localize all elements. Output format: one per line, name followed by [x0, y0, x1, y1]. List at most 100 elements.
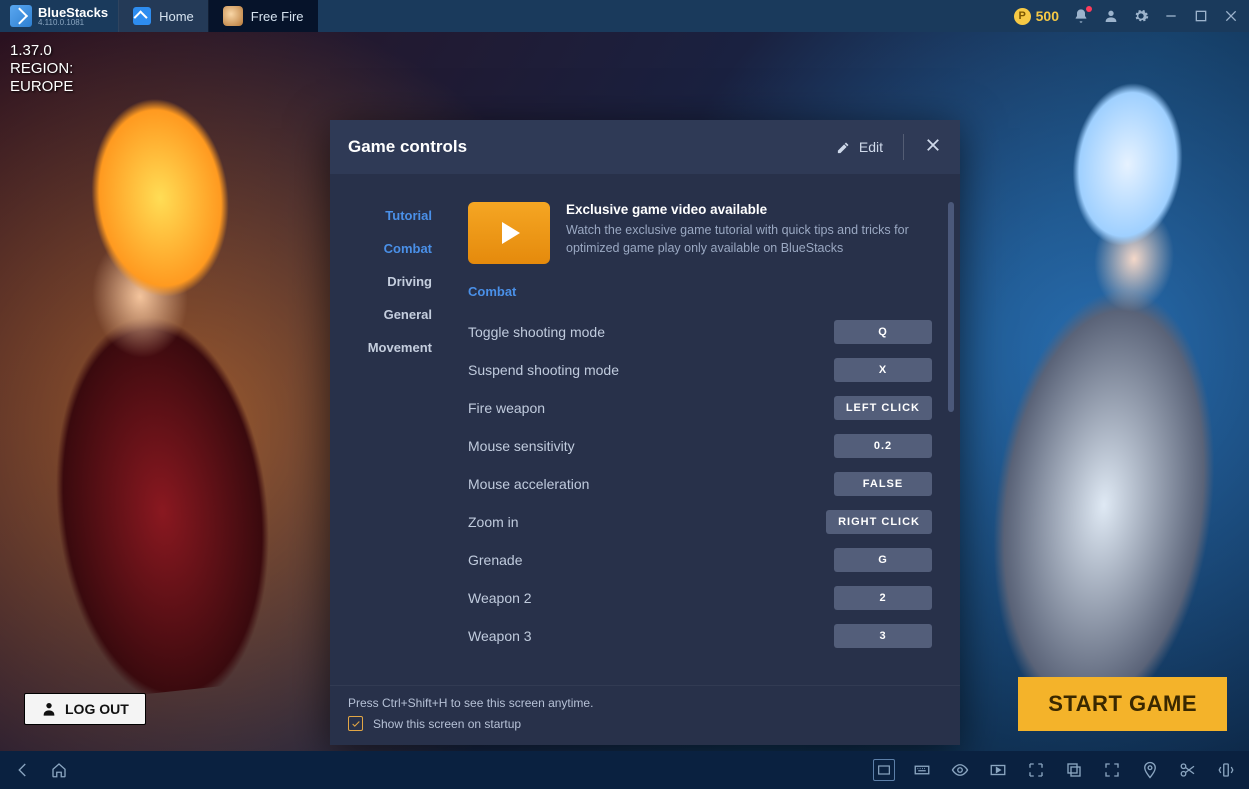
nav-tutorial[interactable]: Tutorial — [385, 208, 448, 223]
minimize-icon[interactable] — [1163, 8, 1179, 24]
scrollbar-thumb[interactable] — [948, 202, 954, 412]
checkbox-label: Show this screen on startup — [373, 717, 521, 731]
bluestacks-logo-icon — [10, 5, 32, 27]
modal-footer: Press Ctrl+Shift+H to see this screen an… — [330, 685, 960, 745]
control-label: Mouse sensitivity — [468, 438, 575, 454]
control-row: Fire weapon Left Click — [468, 389, 932, 427]
control-row: Weapon 2 2 — [468, 579, 932, 617]
fullscreen-icon[interactable] — [1101, 759, 1123, 781]
settings-gear-icon[interactable] — [1133, 8, 1149, 24]
back-icon[interactable] — [12, 759, 34, 781]
screenshot-icon[interactable] — [1025, 759, 1047, 781]
maximize-icon[interactable] — [1193, 8, 1209, 24]
edit-button[interactable]: Edit — [836, 139, 883, 155]
system-bar — [0, 751, 1249, 789]
control-row: Grenade G — [468, 541, 932, 579]
character-art-left — [0, 74, 370, 710]
video-title: Exclusive game video available — [566, 202, 932, 217]
nav-general[interactable]: General — [384, 307, 448, 322]
control-row: Mouse sensitivity 0.2 — [468, 427, 932, 465]
section-heading-combat: Combat — [468, 284, 932, 299]
key-binding[interactable]: False — [834, 472, 932, 496]
pencil-icon — [836, 140, 851, 155]
tab-home-label: Home — [159, 9, 194, 24]
control-label: Grenade — [468, 552, 522, 568]
logout-button[interactable]: LOG OUT — [24, 693, 146, 725]
close-modal-button[interactable] — [924, 136, 942, 159]
control-row: Toggle shooting mode Q — [468, 313, 932, 351]
free-fire-icon — [223, 6, 243, 26]
key-binding[interactable]: G — [834, 548, 932, 572]
person-icon — [41, 701, 57, 717]
control-label: Weapon 2 — [468, 590, 532, 606]
checkbox-icon — [348, 716, 363, 731]
video-description: Watch the exclusive game tutorial with q… — [566, 221, 932, 257]
toggle-overlay-icon[interactable] — [873, 759, 895, 781]
nav-combat[interactable]: Combat — [384, 241, 448, 256]
game-info-overlay: 1.37.0 REGION: EUROPE — [10, 42, 73, 96]
titlebar: BlueStacks 4.110.0.1081 Home Free Fire P… — [0, 0, 1249, 32]
game-version: 1.37.0 — [10, 42, 73, 60]
play-icon — [502, 222, 520, 244]
account-icon[interactable] — [1103, 8, 1119, 24]
control-row: Mouse acceleration False — [468, 465, 932, 503]
tab-home[interactable]: Home — [118, 0, 208, 32]
shake-icon[interactable] — [1215, 759, 1237, 781]
keyboard-icon[interactable] — [911, 759, 933, 781]
key-binding[interactable]: 3 — [834, 624, 932, 648]
region-value: EUROPE — [10, 78, 73, 96]
copy-icon[interactable] — [1063, 759, 1085, 781]
modal-content: Exclusive game video available Watch the… — [448, 174, 960, 685]
tab-game-label: Free Fire — [251, 9, 304, 24]
key-binding[interactable]: Left Click — [834, 396, 932, 420]
coin-amount: 500 — [1036, 8, 1059, 24]
divider — [903, 134, 904, 160]
control-row: Weapon 3 3 — [468, 617, 932, 655]
control-row: Suspend shooting mode X — [468, 351, 932, 389]
logo-block: BlueStacks 4.110.0.1081 — [0, 5, 118, 27]
app-version: 4.110.0.1081 — [38, 19, 108, 27]
coin-icon: P — [1014, 8, 1031, 25]
startup-checkbox-row[interactable]: Show this screen on startup — [348, 716, 942, 731]
control-label: Weapon 3 — [468, 628, 532, 644]
game-controls-modal: Game controls Edit Tutorial Combat Drivi… — [330, 120, 960, 745]
key-binding[interactable]: 0.2 — [834, 434, 932, 458]
control-label: Suspend shooting mode — [468, 362, 619, 378]
brand-name: BlueStacks — [38, 6, 108, 19]
tab-free-fire[interactable]: Free Fire — [208, 0, 318, 32]
nav-driving[interactable]: Driving — [387, 274, 448, 289]
modal-header: Game controls Edit — [330, 120, 960, 174]
home-icon — [133, 7, 151, 25]
key-binding[interactable]: X — [834, 358, 932, 382]
modal-nav: Tutorial Combat Driving General Movement — [330, 174, 448, 685]
media-folder-icon[interactable] — [987, 759, 1009, 781]
key-binding[interactable]: Right Click — [826, 510, 932, 534]
game-viewport: 1.37.0 REGION: EUROPE LOG OUT START GAME… — [0, 32, 1249, 751]
scissors-icon[interactable] — [1177, 759, 1199, 781]
modal-body: Tutorial Combat Driving General Movement… — [330, 174, 960, 685]
modal-title: Game controls — [348, 137, 467, 157]
control-label: Mouse acceleration — [468, 476, 589, 492]
control-label: Toggle shooting mode — [468, 324, 605, 340]
home-nav-icon[interactable] — [48, 759, 70, 781]
tutorial-video-row[interactable]: Exclusive game video available Watch the… — [468, 202, 932, 264]
location-icon[interactable] — [1139, 759, 1161, 781]
logout-label: LOG OUT — [65, 701, 129, 717]
control-label: Zoom in — [468, 514, 519, 530]
notification-icon[interactable] — [1073, 8, 1089, 24]
key-binding[interactable]: 2 — [834, 586, 932, 610]
video-thumbnail — [468, 202, 550, 264]
close-window-icon[interactable] — [1223, 8, 1239, 24]
key-binding[interactable]: Q — [834, 320, 932, 344]
system-bar-right — [873, 759, 1237, 781]
control-row: Zoom in Right Click — [468, 503, 932, 541]
edit-label: Edit — [859, 139, 883, 155]
footer-hint: Press Ctrl+Shift+H to see this screen an… — [348, 696, 942, 710]
start-game-label: START GAME — [1048, 691, 1197, 716]
start-game-button[interactable]: START GAME — [1018, 677, 1227, 731]
coin-balance[interactable]: P 500 — [1014, 8, 1059, 25]
close-icon — [924, 136, 942, 154]
titlebar-right: P 500 — [1014, 8, 1249, 25]
nav-movement[interactable]: Movement — [368, 340, 448, 355]
eye-icon[interactable] — [949, 759, 971, 781]
